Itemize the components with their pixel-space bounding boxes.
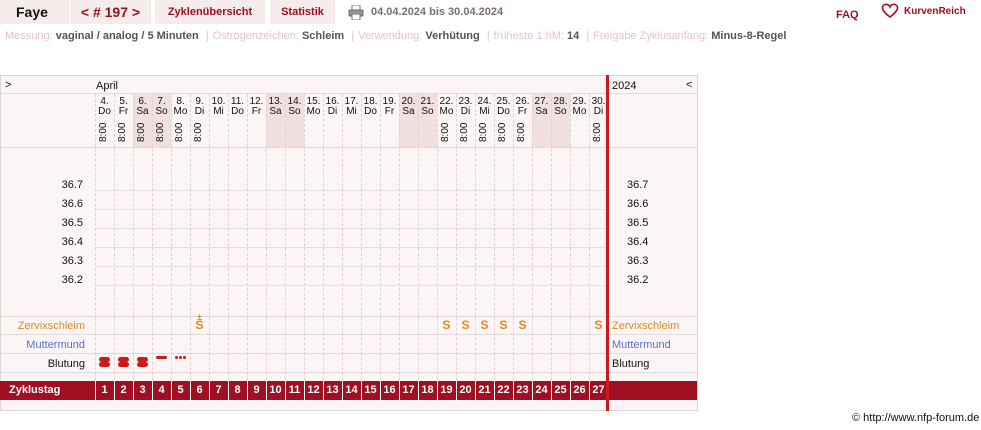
cycle-day-number: 20 [459, 384, 472, 396]
cycle-day-number: 26 [573, 384, 586, 396]
cycle-day-number: 12 [307, 384, 320, 396]
cycle-day-number: 24 [535, 384, 548, 396]
cycle-end-marker [606, 75, 609, 411]
cycle-day-number: 2 [120, 384, 127, 396]
cycle-day-number: 1 [101, 384, 108, 396]
cycle-day-number: 13 [326, 384, 339, 396]
cycle-day-number: 25 [554, 384, 567, 396]
cycle-day-number: 4 [158, 384, 165, 396]
cycle-day-number: 19 [440, 384, 453, 396]
cycle-day-number: 17 [402, 384, 415, 396]
copyright: © http://www.nfp-forum.de [852, 412, 980, 424]
cycle-day-number: 21 [478, 384, 491, 396]
cycle-day-number: 7 [215, 384, 222, 396]
cycle-day-layer: 1 2 3 4 5 6 7 8 9 10 11 12 13 14 15 16 17 18 19 20 21 22 23 24 2… [0, 0, 981, 430]
cycle-day-number: 5 [177, 384, 184, 396]
cycle-day-number: 6 [196, 384, 203, 396]
cycle-day-number: 10 [269, 384, 282, 396]
cycle-day-number: 3 [139, 384, 146, 396]
cycle-day-number: 8 [234, 384, 241, 396]
cycle-day-number: 9 [253, 384, 260, 396]
cycle-day-number: 16 [383, 384, 396, 396]
cycle-day-number: 23 [516, 384, 529, 396]
cycle-day-number: 11 [288, 384, 301, 396]
cycle-day-number: 15 [364, 384, 377, 396]
cycle-day-number: 14 [345, 384, 358, 396]
cycle-day-number: 22 [497, 384, 510, 396]
cycle-day-number: 18 [421, 384, 434, 396]
